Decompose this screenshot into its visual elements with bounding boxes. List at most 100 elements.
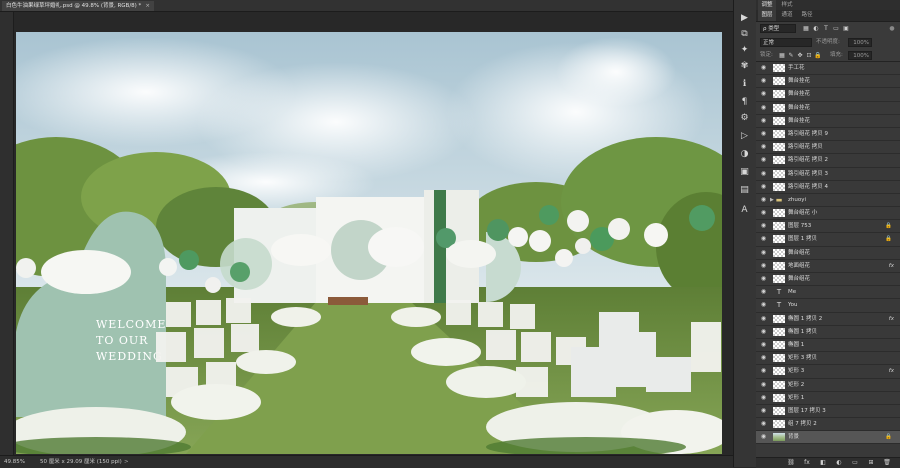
libraries-icon[interactable]: ▣: [738, 166, 751, 179]
actions-icon[interactable]: ▷: [738, 130, 751, 143]
layer-name[interactable]: 路引组花 拷贝 9: [788, 128, 828, 140]
visibility-eye-icon[interactable]: ◉: [759, 207, 768, 219]
layer-effects-icon[interactable]: fx: [889, 260, 894, 272]
visibility-eye-icon[interactable]: ◉: [759, 326, 768, 338]
swatches-icon[interactable]: ▤: [738, 184, 751, 197]
layer-row[interactable]: ◉ 地面组花 fx: [756, 260, 900, 273]
layer-name[interactable]: 矩形 3: [788, 365, 804, 377]
lock-all-icon[interactable]: 🔒: [814, 51, 822, 60]
filter-toggle-icon[interactable]: ●: [888, 24, 896, 33]
visibility-eye-icon[interactable]: ◉: [759, 299, 768, 311]
tab-layers[interactable]: 图层: [758, 10, 776, 21]
layer-name[interactable]: 舞台挂花: [788, 88, 810, 100]
visibility-eye-icon[interactable]: ◉: [759, 168, 768, 180]
layer-name[interactable]: 舞台组花: [788, 273, 810, 285]
layer-name[interactable]: 舞台挂花: [788, 102, 810, 114]
layer-filter-select[interactable]: ρ 类型: [760, 24, 796, 33]
filter-type-icon[interactable]: T: [822, 24, 830, 33]
layer-row[interactable]: ◉ T Me: [756, 286, 900, 300]
visibility-eye-icon[interactable]: ◉: [759, 339, 768, 351]
wedding-artwork[interactable]: WELCOME TO OUR WEDDING: [16, 32, 722, 454]
layer-row[interactable]: ◉ 图层 17 拷贝 3: [756, 405, 900, 419]
layer-row[interactable]: ◉ 椭圆 1 拷贝 2 fx: [756, 313, 900, 326]
visibility-eye-icon[interactable]: ◉: [759, 115, 768, 127]
layer-row[interactable]: ◉ 舞台组花: [756, 273, 900, 287]
layer-row[interactable]: ◉ 组 7 拷贝 2: [756, 418, 900, 432]
clone-source-icon[interactable]: ✾: [738, 60, 751, 73]
visibility-eye-icon[interactable]: ◉: [759, 181, 768, 193]
layer-name[interactable]: 路引组花 拷贝: [788, 141, 823, 153]
brush-settings-icon[interactable]: ✦: [738, 44, 751, 57]
visibility-eye-icon[interactable]: ◉: [759, 154, 768, 166]
layer-row[interactable]: ◉ 手工花: [756, 62, 900, 76]
layer-row[interactable]: ◉ 路引组花 拷贝 4: [756, 181, 900, 194]
visibility-eye-icon[interactable]: ◉: [759, 365, 768, 377]
visibility-eye-icon[interactable]: ◉: [759, 405, 768, 417]
layer-row[interactable]: ◉ 椭圆 1: [756, 339, 900, 353]
layer-effects-icon[interactable]: fx: [889, 313, 894, 325]
layer-name[interactable]: 图层 1 拷贝: [788, 233, 817, 245]
document-tab[interactable]: 白色牛油果绿草坪婚礼.psd @ 49.8% (背景, RGB/8) * ×: [2, 1, 154, 11]
character-icon[interactable]: A: [738, 204, 751, 217]
layer-row[interactable]: ◉ 舞台组花 小: [756, 207, 900, 221]
layer-name[interactable]: 舞台组花: [788, 247, 810, 259]
layer-row[interactable]: ◉ 舞台挂花: [756, 102, 900, 115]
layer-name[interactable]: 路引组花 拷贝 3: [788, 168, 828, 180]
layer-name[interactable]: 椭圆 1: [788, 339, 804, 351]
fill-field[interactable]: 100%: [848, 51, 872, 60]
layer-name[interactable]: 矩形 1: [788, 392, 804, 404]
layer-name[interactable]: 路引组花 拷贝 4: [788, 181, 828, 193]
visibility-eye-icon[interactable]: ◉: [759, 62, 768, 74]
canvas-area[interactable]: WELCOME TO OUR WEDDING: [14, 12, 732, 455]
layer-row[interactable]: ◉ 路引组花 拷贝 3: [756, 168, 900, 181]
layer-row[interactable]: ◉ 舞台组花: [756, 247, 900, 260]
lock-image-icon[interactable]: ✎: [787, 51, 795, 60]
visibility-eye-icon[interactable]: ◉: [759, 313, 768, 325]
layer-row[interactable]: ◉ 矩形 3 fx: [756, 365, 900, 379]
layer-name[interactable]: Me: [788, 286, 796, 298]
layer-name[interactable]: 手工花: [788, 62, 805, 74]
history-icon[interactable]: ▶: [738, 12, 751, 25]
layer-name[interactable]: zhuoyi: [788, 194, 806, 206]
lock-transparent-icon[interactable]: ▦: [778, 51, 786, 60]
visibility-eye-icon[interactable]: ◉: [759, 247, 768, 259]
opacity-field[interactable]: 100%: [848, 38, 872, 47]
visibility-eye-icon[interactable]: ◉: [759, 233, 768, 245]
adjustments-icon[interactable]: ⧉: [738, 28, 751, 41]
visibility-eye-icon[interactable]: ◉: [759, 220, 768, 232]
lock-position-icon[interactable]: ✥: [796, 51, 804, 60]
layer-row[interactable]: ◉ 舞台挂花: [756, 75, 900, 89]
layer-name[interactable]: 矩形 3 拷贝: [788, 352, 817, 364]
visibility-eye-icon[interactable]: ◉: [759, 260, 768, 272]
tab-channels[interactable]: 通道: [778, 10, 796, 21]
filter-adjustment-icon[interactable]: ◐: [812, 24, 820, 33]
visibility-eye-icon[interactable]: ◉: [759, 431, 768, 443]
filter-shape-icon[interactable]: ▭: [832, 24, 840, 33]
layer-name[interactable]: 矩形 2: [788, 379, 804, 391]
layer-row[interactable]: ◉ 椭圆 1 拷贝: [756, 326, 900, 339]
properties-icon[interactable]: ⚙: [738, 112, 751, 125]
layer-row[interactable]: ◉ 矩形 3 拷贝: [756, 352, 900, 366]
visibility-eye-icon[interactable]: ◉: [759, 128, 768, 140]
layer-row[interactable]: ◉ 舞台挂花: [756, 115, 900, 128]
visibility-eye-icon[interactable]: ◉: [759, 141, 768, 153]
tab-adjustments[interactable]: 调整: [758, 0, 776, 10]
layer-name[interactable]: 图层 753: [788, 220, 811, 232]
visibility-eye-icon[interactable]: ◉: [759, 352, 768, 364]
info-icon[interactable]: ℹ: [738, 78, 751, 91]
layer-row[interactable]: ◉ 图层 1 拷贝 🔒: [756, 233, 900, 247]
layer-name[interactable]: 地面组花: [788, 260, 810, 272]
layer-row[interactable]: ◉ 图层 753 🔒: [756, 220, 900, 234]
channels-icon[interactable]: ◑: [738, 148, 751, 161]
zoom-level[interactable]: 49.85%: [4, 456, 25, 468]
filter-pixel-icon[interactable]: ▦: [802, 24, 810, 33]
layer-name[interactable]: 椭圆 1 拷贝: [788, 326, 817, 338]
visibility-eye-icon[interactable]: ◉: [759, 194, 768, 206]
layer-row[interactable]: ◉ 矩形 1: [756, 392, 900, 405]
layer-name[interactable]: 舞台组花 小: [788, 207, 817, 219]
layer-row[interactable]: ◉ 路引组花 拷贝: [756, 141, 900, 155]
paragraph-icon[interactable]: ¶: [738, 96, 751, 109]
layer-name[interactable]: 路引组花 拷贝 2: [788, 154, 828, 166]
tab-styles[interactable]: 样式: [778, 0, 796, 10]
layer-row[interactable]: ◉ 舞台挂花: [756, 88, 900, 102]
